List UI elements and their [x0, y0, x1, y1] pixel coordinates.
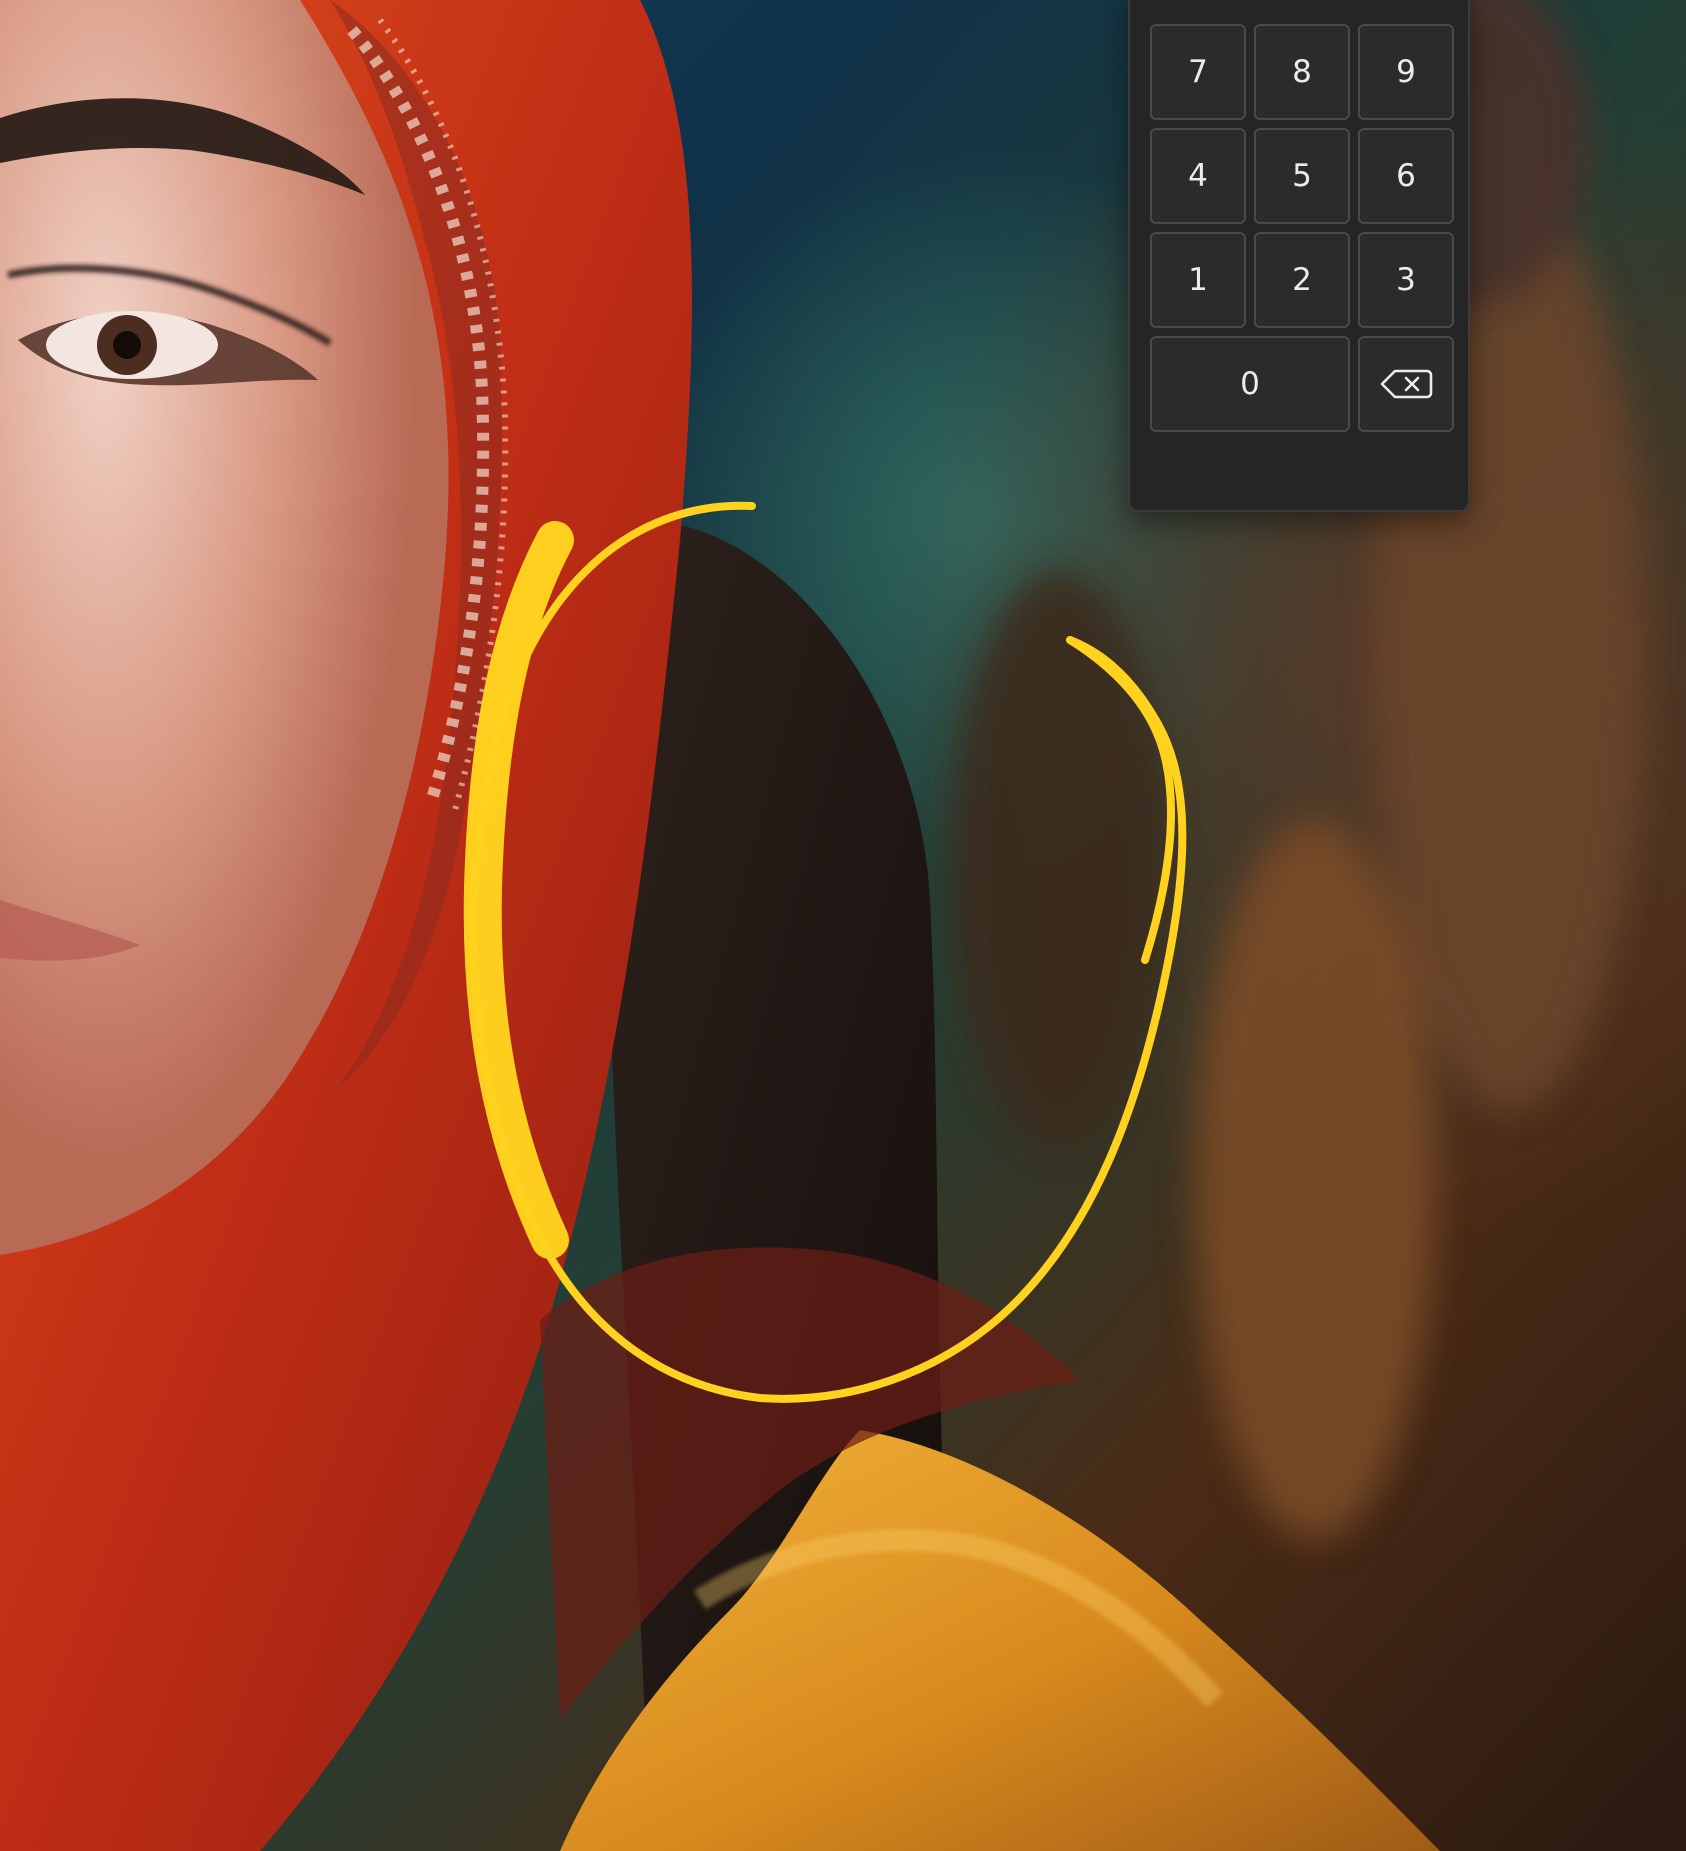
- keypad-key-4[interactable]: 4: [1150, 128, 1246, 224]
- pupil-shape: [113, 331, 141, 359]
- keypad-key-6[interactable]: 6: [1358, 128, 1454, 224]
- backspace-icon: [1380, 369, 1433, 399]
- keypad-key-5[interactable]: 5: [1254, 128, 1350, 224]
- keypad-key-8[interactable]: 8: [1254, 24, 1350, 120]
- keypad-key-2[interactable]: 2: [1254, 232, 1350, 328]
- keypad-key-3[interactable]: 3: [1358, 232, 1454, 328]
- keypad-key-1[interactable]: 1: [1150, 232, 1246, 328]
- keypad-key-7[interactable]: 7: [1150, 24, 1246, 120]
- numeric-keypad: 7 8 9 4 5 6 1 2 3 0: [1128, 0, 1470, 512]
- keypad-key-0[interactable]: 0: [1150, 336, 1350, 432]
- keypad-key-9[interactable]: 9: [1358, 24, 1454, 120]
- backspace-button[interactable]: [1358, 336, 1454, 432]
